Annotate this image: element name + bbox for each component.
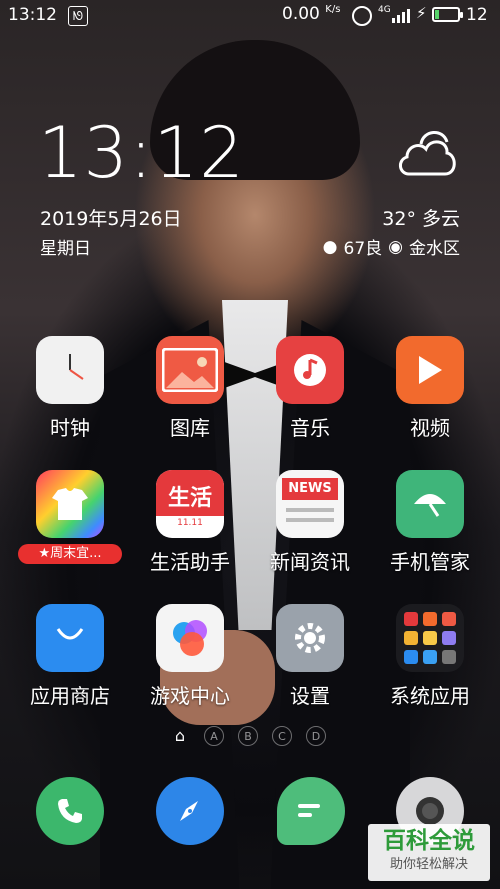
settings-gear-icon	[276, 604, 344, 672]
location-pin-icon: ◉	[388, 236, 403, 257]
page-dot[interactable]: A	[204, 726, 224, 746]
cloud-icon[interactable]	[395, 122, 459, 180]
app-phone-manager[interactable]: 手机管家	[370, 470, 490, 575]
alarm-icon	[352, 6, 372, 26]
app-label: 时钟	[50, 416, 90, 440]
watermark-title: 百科全说	[383, 828, 475, 854]
store-bag-icon	[36, 470, 104, 538]
app-label: 系统应用	[390, 684, 470, 708]
page-dot[interactable]: B	[238, 726, 258, 746]
gallery-icon	[156, 336, 224, 404]
app-life-assistant[interactable]: 生活 11.11 生活助手	[130, 470, 250, 575]
widget-location: 金水区	[409, 239, 460, 259]
app-store-icon	[36, 604, 104, 672]
widget-date: 2019年5月26日	[40, 208, 182, 230]
umbrella-icon	[396, 470, 464, 538]
app-settings[interactable]: 设置	[250, 604, 370, 709]
app-label: 音乐	[290, 416, 330, 440]
app-system-folder[interactable]: 系统应用	[370, 604, 490, 709]
charging-icon: ⚡	[416, 4, 427, 22]
app-label: 新闻资讯	[270, 550, 350, 574]
app-gallery[interactable]: 图库	[130, 336, 250, 441]
app-video[interactable]: 视频	[370, 336, 490, 441]
notification-app-icon: ᘚ	[68, 6, 88, 26]
signal-strength-icon	[392, 7, 410, 23]
app-clock[interactable]: 时钟	[10, 336, 130, 441]
status-bar[interactable]: 13:12 ᘚ 0.00 K/s 4G ⚡ 12	[0, 0, 500, 32]
browser-compass-icon[interactable]	[156, 777, 224, 845]
widget-aqi: 67良	[343, 239, 383, 259]
widget-time[interactable]: 13:12	[38, 112, 245, 194]
life-assistant-icon: 生活 11.11	[156, 470, 224, 538]
music-icon	[276, 336, 344, 404]
clock-icon	[36, 336, 104, 404]
battery-percent: 12	[466, 5, 488, 25]
promo-badge: ★周末宜...	[18, 544, 122, 564]
phone-icon[interactable]	[36, 777, 104, 845]
news-icon-text: NEWS	[282, 478, 338, 500]
drop-icon: ●	[322, 236, 338, 257]
widget-weekday: 星期日	[40, 239, 91, 259]
app-label: 游戏中心	[150, 684, 230, 708]
widget-aqi-location: ● 67良 ◉ 金水区	[322, 234, 460, 260]
page-dot[interactable]: C	[272, 726, 292, 746]
watermark-subtitle: 助你轻松解决	[389, 857, 468, 872]
home-icon[interactable]: ⌂	[170, 726, 190, 746]
video-icon	[396, 336, 464, 404]
app-label: 手机管家	[390, 550, 470, 574]
news-icon: NEWS	[276, 470, 344, 538]
watermark: 百科全说 助你轻松解决	[368, 824, 490, 881]
app-app-store[interactable]: 应用商店	[10, 604, 130, 709]
app-label: 图库	[170, 416, 210, 440]
status-time: 13:12	[8, 5, 57, 25]
messages-icon[interactable]	[277, 777, 345, 845]
app-label: 生活助手	[150, 550, 230, 574]
system-folder-icon	[396, 604, 464, 672]
life-assistant-icon-sub: 11.11	[177, 518, 203, 528]
widget-weather: 32° 多云	[382, 208, 460, 230]
app-label: 视频	[410, 416, 450, 440]
app-music[interactable]: 音乐	[250, 336, 370, 441]
network-type-label: 4G	[378, 5, 391, 15]
battery-icon	[432, 7, 463, 22]
life-assistant-icon-text: 生活	[167, 486, 212, 511]
app-game-center[interactable]: 游戏中心	[130, 604, 250, 709]
app-label: 应用商店	[30, 684, 110, 708]
game-center-icon	[156, 604, 224, 672]
app-news[interactable]: NEWS 新闻资讯	[250, 470, 370, 575]
network-speed: 0.00 K/s	[282, 4, 341, 24]
app-label: 设置	[290, 684, 330, 708]
page-dot[interactable]: D	[306, 726, 326, 746]
app-store-promo[interactable]	[10, 470, 130, 538]
page-indicator[interactable]: ⌂ A B C D	[170, 726, 326, 746]
